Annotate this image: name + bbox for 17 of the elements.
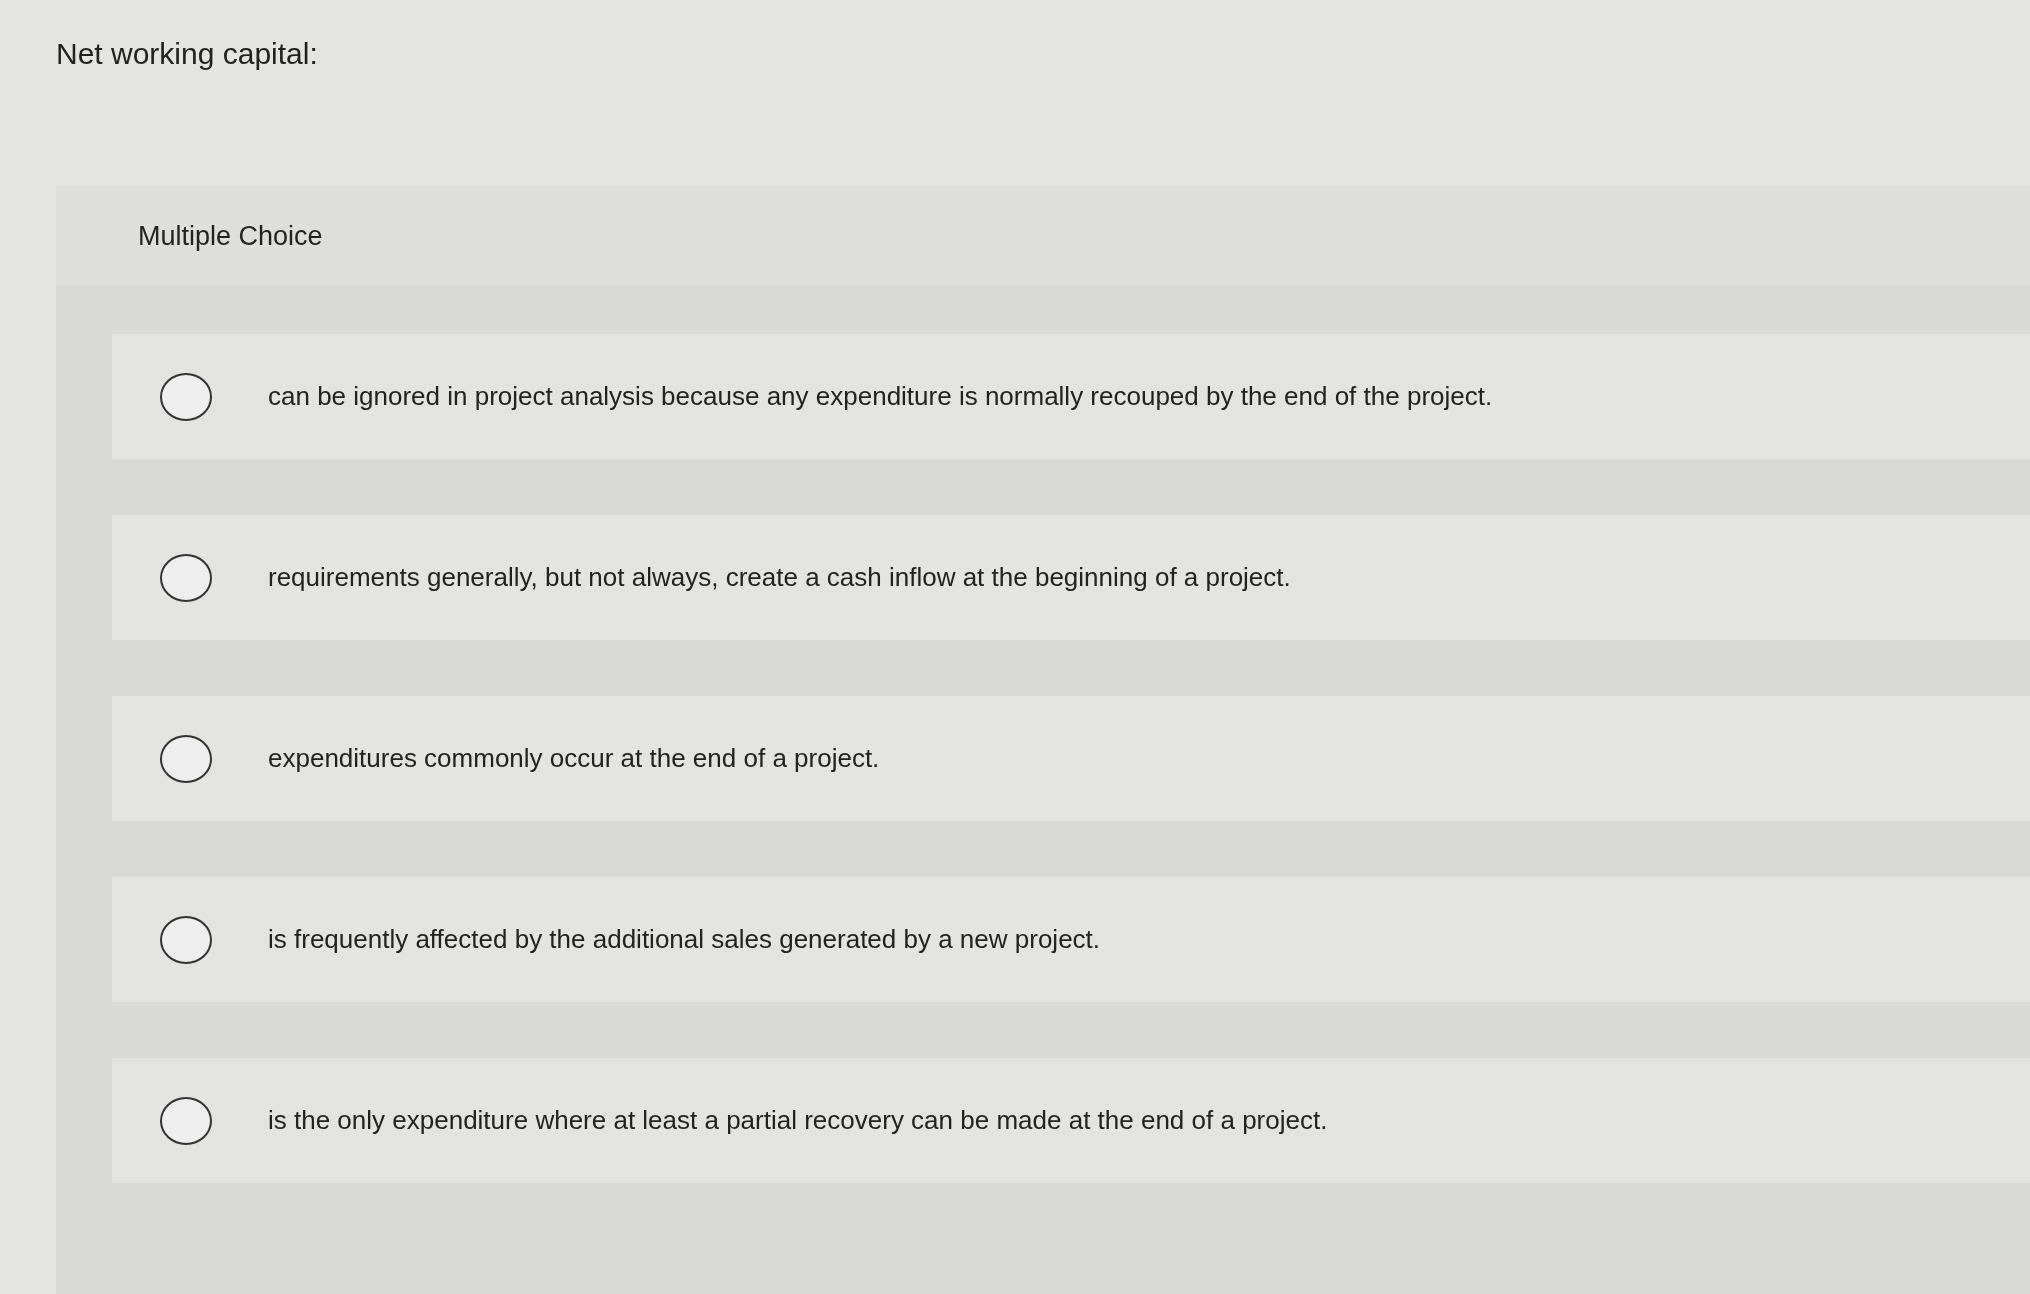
radio-button[interactable] [160, 915, 212, 964]
question-title: Net working capital: [56, 36, 319, 72]
radio-button[interactable] [160, 734, 212, 783]
radio-button[interactable] [160, 553, 212, 602]
answer-option[interactable]: expenditures commonly occur at the end of a project. [112, 696, 2030, 821]
radio-button[interactable] [160, 372, 212, 421]
panel-heading: Multiple Choice [138, 220, 323, 252]
answer-option[interactable]: requirements generally, but not always, create a cash inflow at the beginning of a project. [112, 515, 2030, 640]
option-text: expenditures commonly occur at the end of a project. [268, 743, 880, 774]
option-text: requirements generally, but not always, create a cash inflow at the beginning of a project. [268, 562, 1291, 593]
radio-button[interactable] [160, 1096, 212, 1145]
option-text: can be ignored in project analysis because any expenditure is normally recouped by the end of the project. [268, 381, 1493, 412]
answer-option[interactable]: is frequently affected by the additional sales generated by a new project. [112, 877, 2030, 1002]
option-text: is the only expenditure where at least a partial recovery can be made at the end of a project. [268, 1105, 1328, 1136]
option-text: is frequently affected by the additional sales generated by a new project. [268, 924, 1101, 955]
answer-option[interactable]: can be ignored in project analysis because any expenditure is normally recouped by the end of the project. [112, 334, 2030, 459]
answer-option[interactable]: is the only expenditure where at least a partial recovery can be made at the end of a project. [112, 1058, 2030, 1183]
